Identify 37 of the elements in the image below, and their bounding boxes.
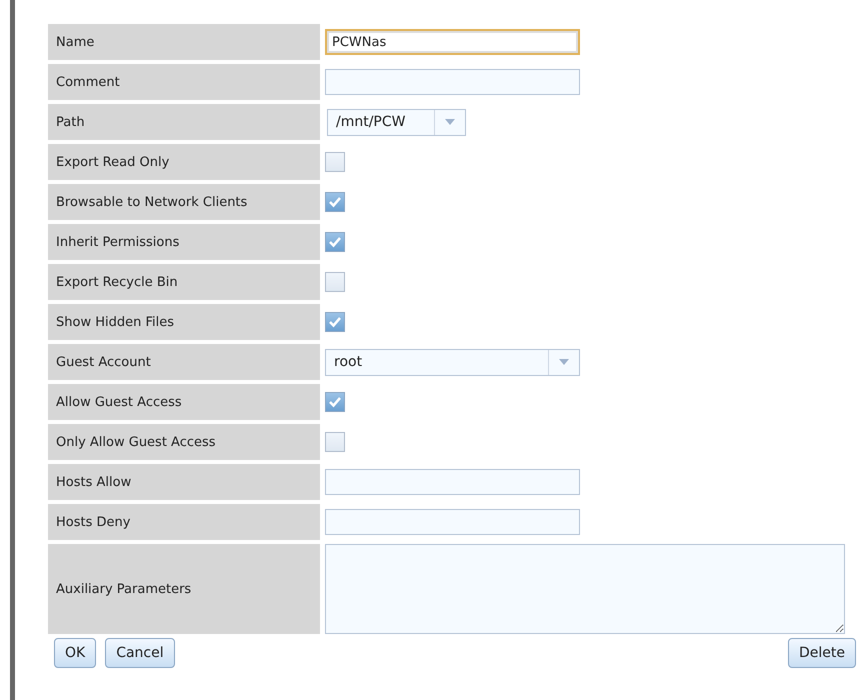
field-label: Name: [48, 24, 320, 60]
field-label: Path: [48, 104, 320, 140]
text-area[interactable]: [325, 544, 845, 634]
field-label: Hosts Deny: [48, 504, 320, 540]
dropdown[interactable]: /mnt/PCW: [327, 108, 466, 136]
field-label: Show Hidden Files: [48, 304, 320, 340]
caret-icon: [445, 119, 455, 125]
checkbox[interactable]: [325, 432, 345, 452]
check-icon: [328, 396, 342, 408]
check-icon: [328, 316, 342, 328]
action-button[interactable]: OK: [54, 638, 96, 668]
checkbox[interactable]: [325, 392, 345, 412]
checkbox[interactable]: [325, 272, 345, 292]
dropdown[interactable]: root: [325, 348, 580, 376]
field-label: Only Allow Guest Access: [48, 424, 320, 460]
action-button[interactable]: Cancel: [105, 638, 175, 668]
checkbox[interactable]: [325, 152, 345, 172]
text-field[interactable]: [325, 69, 580, 95]
checkbox[interactable]: [325, 192, 345, 212]
field-label: Guest Account: [48, 344, 320, 380]
field-label: Browsable to Network Clients: [48, 184, 320, 220]
field-label: Auxiliary Parameters: [48, 544, 320, 634]
caret-icon: [559, 359, 569, 365]
text-field[interactable]: [325, 509, 580, 535]
check-icon: [328, 196, 342, 208]
field-label: Inherit Permissions: [48, 224, 320, 260]
field-label: Allow Guest Access: [48, 384, 320, 420]
field-label: Export Recycle Bin: [48, 264, 320, 300]
checkbox[interactable]: [325, 312, 345, 332]
check-icon: [328, 236, 342, 248]
checkbox[interactable]: [325, 232, 345, 252]
field-label: Export Read Only: [48, 144, 320, 180]
field-label: Hosts Allow: [48, 464, 320, 500]
text-field[interactable]: PCWNas: [325, 29, 580, 55]
text-field[interactable]: [325, 469, 580, 495]
field-label: Comment: [48, 64, 320, 100]
delete-button[interactable]: Delete: [788, 638, 856, 668]
